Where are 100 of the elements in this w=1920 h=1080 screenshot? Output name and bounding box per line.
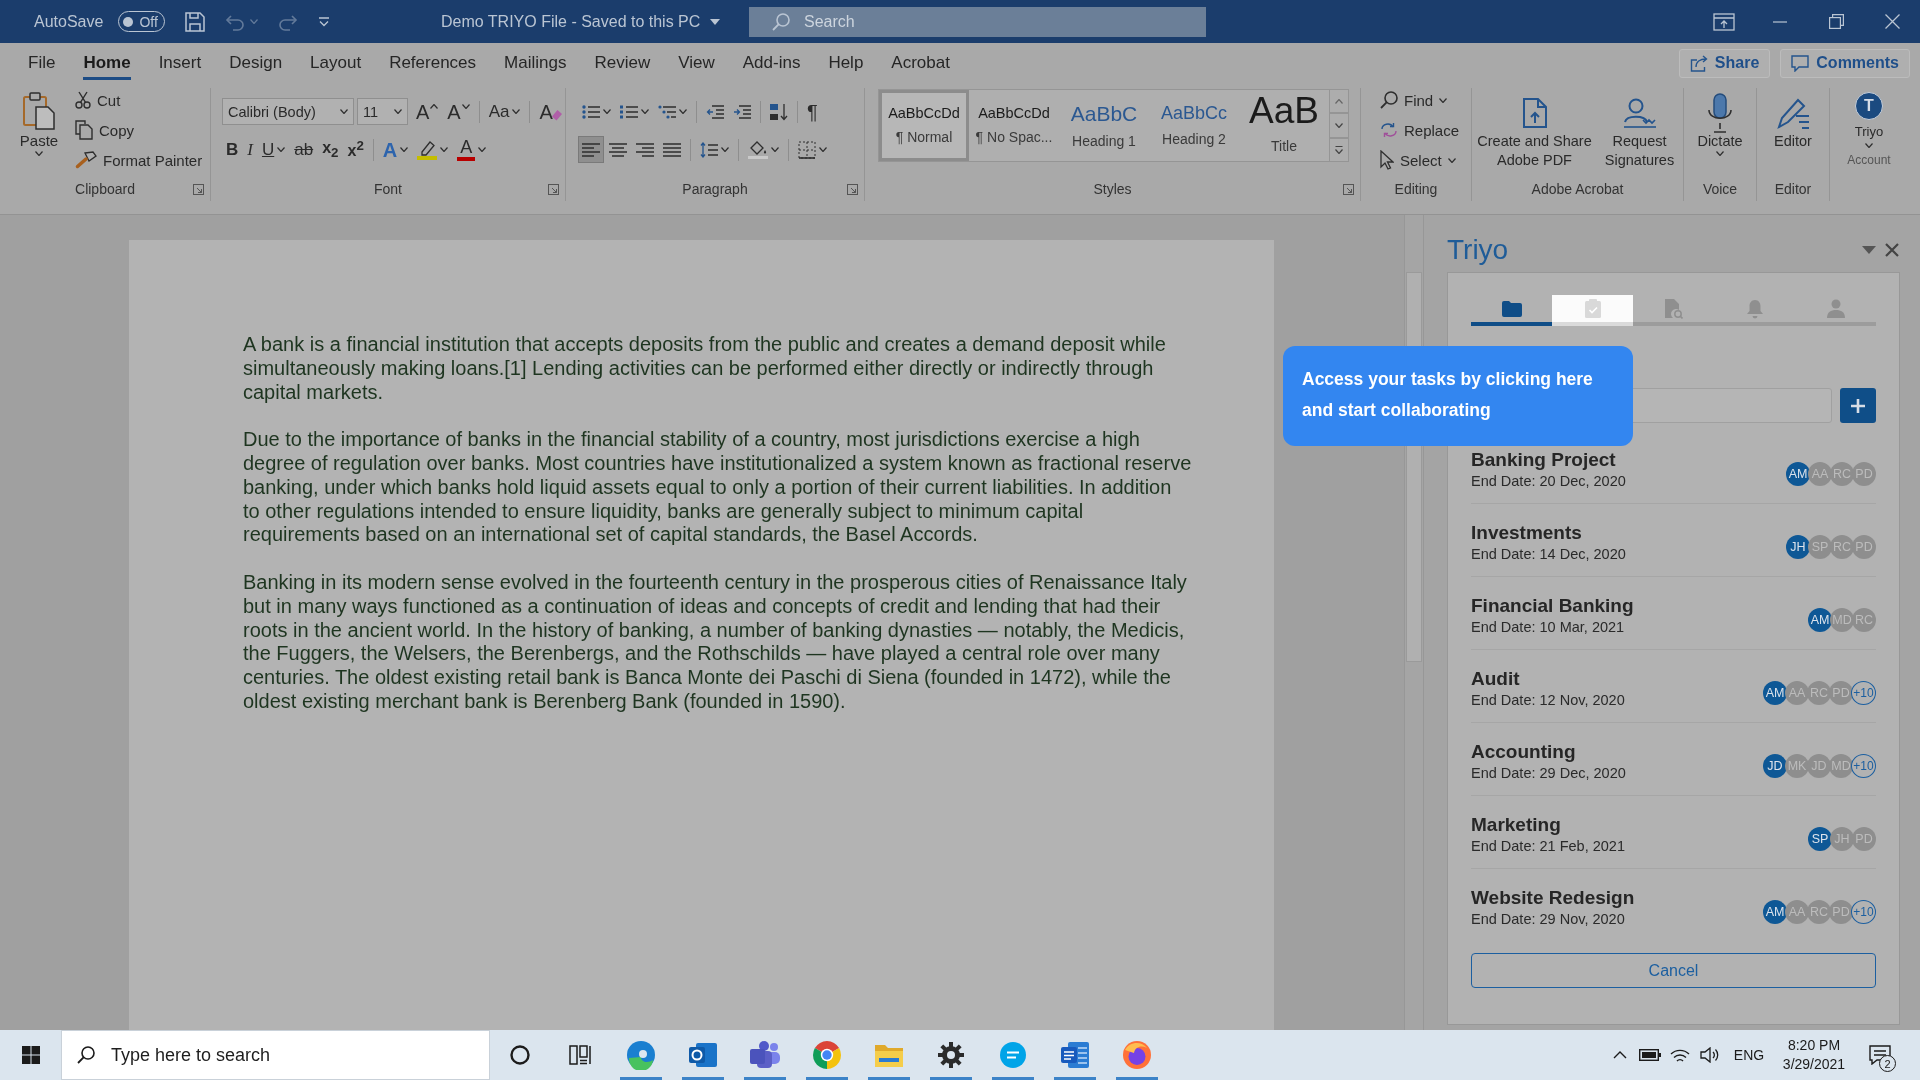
dialog-launcher-icon[interactable] (847, 183, 858, 195)
caret-up-icon (430, 104, 439, 109)
project-name[interactable]: Marketing (1471, 813, 1810, 836)
style-item[interactable]: AaBbCcDd ¶ No Spac... (969, 90, 1059, 161)
project-name[interactable]: Financial Banking (1471, 594, 1810, 617)
font-color-button[interactable]: A (453, 136, 491, 163)
project-name[interactable]: Accounting (1471, 740, 1765, 763)
chevron-up-icon[interactable] (1613, 1051, 1627, 1059)
paintbrush-icon (75, 151, 97, 169)
strikethrough-button[interactable]: ab (290, 136, 318, 163)
replace-button[interactable]: Replace (1377, 118, 1463, 142)
dialog-launcher-icon[interactable] (548, 183, 559, 195)
member-avatar: AM (1763, 900, 1787, 924)
project-name[interactable]: Website Redesign (1471, 886, 1765, 909)
project-name[interactable]: Banking Project (1471, 448, 1788, 471)
underline-button[interactable]: U (257, 136, 290, 163)
project-name[interactable]: Audit (1471, 667, 1765, 690)
align-center-icon (609, 142, 627, 157)
ribbon-tab[interactable]: Home (69, 43, 145, 83)
ribbon-tab[interactable]: Acrobat (877, 43, 964, 83)
font-name-dropdown[interactable]: Calibri (Body) (222, 98, 354, 125)
ring-tile-icon (688, 1040, 718, 1070)
wifi-icon[interactable] (1670, 1047, 1690, 1063)
save-icon[interactable] (184, 11, 205, 32)
clock-date[interactable]: 3/29/2021 (1782, 1055, 1846, 1074)
font-size-dropdown[interactable]: 11 (357, 98, 408, 125)
ribbon-tab[interactable]: Review (580, 43, 665, 83)
minimize-icon (1773, 20, 1787, 23)
dialog-launcher-icon[interactable] (1343, 183, 1354, 195)
clear-formatting-button[interactable]: A (535, 98, 567, 125)
find-button[interactable]: Find (1377, 88, 1463, 112)
ribbon-tab[interactable]: Design (215, 43, 297, 83)
style-item[interactable]: AaBbC Heading 1 (1059, 90, 1149, 161)
gallery-down-button[interactable] (1330, 113, 1349, 138)
bell-icon (1745, 298, 1764, 319)
close-icon[interactable] (1885, 243, 1899, 257)
change-case-button[interactable]: Aa (484, 98, 525, 125)
project-end-date: End Date: 20 Dec, 2020 (1471, 472, 1627, 491)
tooltip: Access your tasks by clicking here and start collaborating (1283, 346, 1633, 446)
decrease-indent-icon (706, 104, 724, 119)
battery-icon[interactable] (1639, 1049, 1661, 1061)
dialog-launcher-icon[interactable] (193, 183, 204, 195)
request-signatures-button[interactable]: Request Signatures (1596, 88, 1683, 177)
ribbon-tab[interactable]: Add-ins (728, 43, 815, 83)
shrink-font-button[interactable]: A (443, 98, 474, 125)
notifications-button[interactable]: 2 (1855, 1030, 1905, 1080)
subscript-button[interactable]: x$_{2}$ (318, 136, 343, 163)
ribbon-tab[interactable]: Layout (296, 43, 376, 83)
speaker-icon[interactable] (1700, 1047, 1720, 1063)
body-paragraph: Due to the importance of banks in the financial stability of a country, most jurisdictions exercise a high degree of regulation over banks. Most countries have institutionalized a system known as fractional reserve banking, under which banks hold liquid assets equal to only a portion of their current liabilities. In addition to other regulations intended to ensure liquidity, banks are generally subject to minimum capital requirements based on an international set of capital standards, the Basel Accords. (243, 428, 1193, 548)
chevron-up-icon (1335, 98, 1343, 104)
ribbon-tab[interactable]: Help (814, 43, 878, 83)
style-item[interactable]: AaBbCcDd ¶ Normal (879, 90, 969, 161)
account-button[interactable]: T Triyo (1854, 92, 1884, 148)
search-field[interactable]: Search (749, 6, 1206, 37)
create-pdf-button[interactable]: Create and Share Adobe PDF (1472, 88, 1597, 177)
expand-gallery-icon (1335, 145, 1343, 154)
more-members-count: +10 (1851, 900, 1876, 924)
gallery-more-button[interactable] (1330, 137, 1349, 162)
caret-icon[interactable] (1862, 246, 1876, 254)
style-item[interactable]: AaB Title (1239, 90, 1329, 161)
bold-button[interactable]: B (222, 136, 243, 163)
chevron-down-icon (1335, 123, 1343, 128)
format-painter-button[interactable]: Format Painter (72, 148, 206, 172)
dictate-button[interactable]: Dictate (1694, 88, 1746, 177)
segmented-wheel-icon (812, 1040, 842, 1070)
search-icon (1380, 91, 1398, 109)
paste-button[interactable]: Paste (16, 88, 62, 177)
document-search-icon (1664, 298, 1683, 319)
clock-time[interactable]: 8:20 PM (1787, 1036, 1841, 1055)
ribbon-tab[interactable]: View (664, 43, 729, 83)
grow-font-button[interactable]: A (412, 98, 443, 125)
cut-button[interactable]: Cut (72, 88, 206, 112)
add-project-button[interactable] (1840, 388, 1876, 423)
superscript-button[interactable]: x$^{2}$ (343, 136, 368, 163)
ribbon-tab[interactable]: References (375, 43, 491, 83)
align-left-button[interactable] (578, 136, 604, 163)
editor-button[interactable]: Editor (1771, 88, 1815, 177)
show-marks-button[interactable]: ¶ (803, 98, 822, 125)
caret-icon[interactable] (710, 18, 721, 25)
ribbon-tab[interactable]: Insert (144, 43, 216, 83)
ribbon-tab[interactable]: File (14, 43, 70, 83)
document-upload-icon (1521, 98, 1548, 128)
flame-globe-icon (1122, 1040, 1152, 1070)
comments-button[interactable]: Comments (1780, 48, 1910, 78)
microphone-icon (1707, 93, 1733, 133)
language-indicator[interactable]: ENG (1725, 1047, 1773, 1063)
copy-button[interactable]: Copy (72, 118, 206, 142)
customize-toolbar-icon[interactable] (317, 16, 330, 27)
taskbar-search-field[interactable]: Type here to search (61, 1030, 490, 1080)
project-end-date: End Date: 29 Dec, 2020 (1471, 764, 1627, 783)
ribbon-tab[interactable]: Mailings (490, 43, 581, 83)
account-avatar: T (1855, 92, 1883, 120)
style-item[interactable]: AaBbCc Heading 2 (1149, 90, 1239, 161)
caret-icon (394, 109, 402, 114)
project-name[interactable]: Investments (1471, 521, 1788, 544)
share-button[interactable]: Share (1678, 48, 1771, 78)
select-button[interactable]: Select (1377, 148, 1463, 172)
italic-button[interactable]: I (243, 136, 257, 163)
member-avatar: AM (1786, 462, 1810, 486)
